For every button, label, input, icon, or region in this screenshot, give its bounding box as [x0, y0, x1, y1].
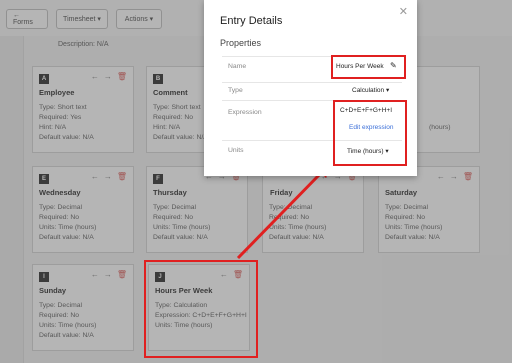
- units-label: Units: [228, 147, 244, 154]
- expression-label: Expression: [228, 109, 262, 116]
- modal-title: Entry Details: [220, 15, 283, 27]
- type-select[interactable]: Calculation ▾: [352, 86, 389, 94]
- type-label: Type: [228, 87, 243, 94]
- close-icon[interactable]: ✕: [399, 5, 408, 18]
- highlight-name: [331, 55, 406, 79]
- properties-heading: Properties: [220, 38, 262, 48]
- name-label: Name: [228, 63, 247, 70]
- highlight-expression-units: [333, 100, 407, 166]
